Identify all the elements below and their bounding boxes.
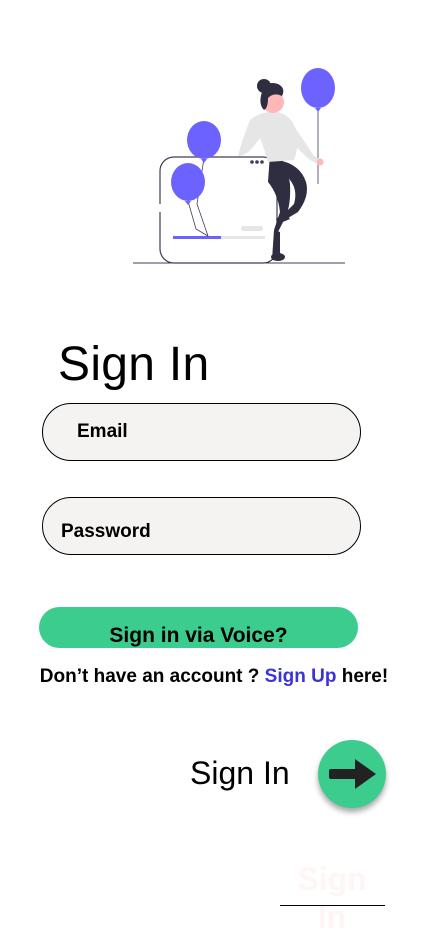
voice-signin-button[interactable]: Sign in via Voice? (39, 607, 358, 648)
ghost-signin-link[interactable]: Sign In (280, 860, 384, 936)
signin-submit-button[interactable] (318, 740, 386, 808)
balloon-woman-illustration (133, 68, 345, 264)
signup-link[interactable]: Sign Up (265, 666, 337, 687)
hero-illustration (128, 64, 352, 270)
page-title: Sign In (58, 338, 210, 391)
password-field[interactable] (43, 498, 360, 554)
signup-prompt: Don’t have an account ? Sign Up here! (0, 665, 428, 689)
signup-prompt-suffix: here! (336, 666, 389, 687)
signin-label: Sign In (190, 755, 290, 791)
password-field-container (42, 497, 361, 555)
signup-prompt-prefix: Don’t have an account ? (39, 666, 265, 687)
divider (280, 905, 385, 906)
email-field[interactable] (43, 404, 360, 460)
arrow-right-icon (329, 759, 376, 789)
email-field-container (42, 403, 361, 461)
